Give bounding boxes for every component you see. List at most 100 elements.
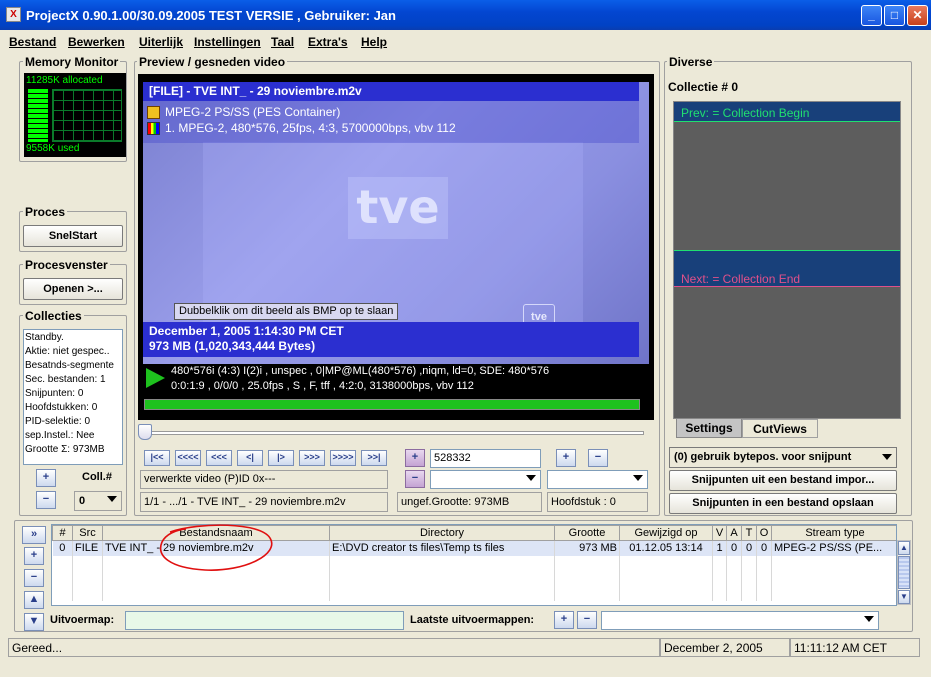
menu-help[interactable]: Help bbox=[361, 35, 387, 49]
collection-begin-label: Prev: = Collection Begin bbox=[681, 106, 810, 120]
column-header-t[interactable]: T bbox=[741, 525, 757, 541]
preview-progress-bar bbox=[144, 399, 640, 410]
column-header-number[interactable]: # bbox=[52, 525, 73, 541]
column-header-a[interactable]: A bbox=[726, 525, 742, 541]
column-header-src[interactable]: Src bbox=[72, 525, 103, 541]
chapter-select[interactable] bbox=[547, 470, 648, 489]
menu-instellingen[interactable]: Instellingen bbox=[194, 35, 261, 49]
move-down-button[interactable]: ▼ bbox=[24, 613, 44, 631]
memory-bar bbox=[28, 89, 48, 142]
nav-back-button[interactable]: <<< bbox=[206, 450, 232, 466]
file-date-overlay: December 1, 2005 1:14:30 PM CET 973 MB (… bbox=[143, 322, 639, 357]
chevron-down-icon bbox=[633, 475, 643, 481]
video-panel[interactable]: tve tve [FILE] - TVE INT_ - 29 noviembre… bbox=[138, 74, 654, 420]
openen-button[interactable]: Openen >... bbox=[23, 278, 123, 300]
nav-fast-forward-button[interactable]: >>>> bbox=[330, 450, 356, 466]
coll-number-select[interactable]: 0 bbox=[74, 491, 122, 511]
menu-bestand[interactable]: Bestand bbox=[9, 35, 56, 49]
uitvoermap-label: Uitvoermap: bbox=[50, 614, 115, 626]
status-text: Gereed... bbox=[8, 638, 660, 657]
tab-cutviews[interactable]: CutViews bbox=[742, 419, 818, 438]
maximize-button[interactable]: □ bbox=[884, 5, 905, 26]
video-stream-info: 1. MPEG-2, 480*576, 25fps, 4:3, 5700000b… bbox=[165, 121, 456, 135]
nav-forward-button[interactable]: >>> bbox=[299, 450, 325, 466]
scroll-thumb[interactable] bbox=[898, 556, 910, 589]
collecties-line: Sec. bestanden: 1 bbox=[25, 374, 106, 385]
minimize-button[interactable]: _ bbox=[861, 5, 882, 26]
file-process-button[interactable]: » bbox=[22, 526, 46, 544]
tve-logo: tve bbox=[348, 177, 448, 239]
cut-mode-select[interactable]: (0) gebruik bytepos. voor snijpunt bbox=[669, 447, 897, 468]
status-time: 11:11:12 AM CET bbox=[790, 638, 920, 657]
memory-monitor-display: 11285K allocated 9558K used bbox=[24, 73, 126, 157]
nav-step-back-button[interactable]: <| bbox=[237, 450, 263, 466]
nav-step-forward-button[interactable]: |> bbox=[268, 450, 294, 466]
hoofdstuk: Hoofdstuk : 0 bbox=[547, 492, 648, 512]
cell-a: 0 bbox=[726, 540, 742, 556]
remove-cut-button[interactable]: − bbox=[405, 470, 425, 488]
cell-number: 0 bbox=[52, 540, 73, 556]
cut-select[interactable] bbox=[430, 470, 541, 489]
chevron-down-icon bbox=[526, 475, 536, 481]
move-up-button[interactable]: ▲ bbox=[24, 591, 44, 609]
cutview-panel[interactable]: Prev: = Collection Begin Next: = Collect… bbox=[673, 101, 901, 419]
close-button[interactable]: ✕ bbox=[907, 5, 928, 26]
position-slider-track[interactable] bbox=[142, 431, 644, 435]
video-info-line1: 480*576i (4:3) I(2)i , unspec , 0|MP@ML(… bbox=[171, 365, 550, 377]
column-header-directory[interactable]: Directory bbox=[329, 525, 555, 541]
file-header: [FILE] - TVE INT_ - 29 noviembre.m2v bbox=[143, 82, 639, 101]
collecties-title: Collecties bbox=[23, 309, 84, 323]
position-slider-thumb[interactable] bbox=[138, 424, 152, 440]
column-header-grootte[interactable]: Grootte bbox=[554, 525, 620, 541]
play-icon[interactable] bbox=[146, 368, 165, 388]
forward-icon: » bbox=[30, 528, 38, 540]
preview-title: Preview / gesneden video bbox=[137, 55, 288, 69]
remove-file-button[interactable]: − bbox=[24, 569, 44, 587]
tab-settings[interactable]: Settings bbox=[676, 419, 742, 438]
nav-fast-back-button[interactable]: <<<< bbox=[175, 450, 201, 466]
menu-extras[interactable]: Extra's bbox=[308, 35, 348, 49]
uitvoermap-input[interactable] bbox=[125, 611, 404, 630]
nav-last-button[interactable]: >>| bbox=[361, 450, 387, 466]
cell-stream-type: MPEG-2 PS/SS (PE... bbox=[771, 540, 896, 556]
collecties-line: Grootte Σ: 973MB bbox=[25, 444, 105, 455]
scroll-down-icon[interactable]: ▼ bbox=[898, 590, 910, 604]
add-collection-button[interactable]: + bbox=[36, 469, 56, 487]
collection-end-label: Next: = Collection End bbox=[681, 272, 801, 286]
scroll-up-icon[interactable]: ▲ bbox=[898, 541, 910, 555]
table-row-empty bbox=[52, 585, 896, 601]
column-header-v[interactable]: V bbox=[712, 525, 727, 541]
menu-taal[interactable]: Taal bbox=[271, 35, 294, 49]
file-table-scrollbar[interactable]: ▲ ▼ bbox=[897, 540, 911, 605]
minus-icon: − bbox=[411, 472, 419, 484]
column-header-gewijzigd[interactable]: Gewijzigd op bbox=[619, 525, 713, 541]
snelstart-button[interactable]: SnelStart bbox=[23, 225, 123, 247]
menu-bewerken[interactable]: Bewerken bbox=[68, 35, 125, 49]
video-stream-icon bbox=[147, 122, 160, 135]
maximize-icon: □ bbox=[890, 8, 899, 22]
column-header-o[interactable]: O bbox=[756, 525, 772, 541]
window-title: ProjectX 0.90.1.00/30.09.2005 TEST VERSI… bbox=[26, 8, 396, 23]
save-cuts-button[interactable]: Snijpunten in een bestand opslaan bbox=[669, 493, 897, 514]
laatste-uitvoermappen-label: Laatste uitvoermappen: bbox=[410, 614, 535, 626]
diverse-title: Diverse bbox=[667, 55, 715, 69]
remove-output-dir-button[interactable]: − bbox=[577, 611, 597, 629]
collecties-line: Besatnds-segmente bbox=[25, 360, 114, 371]
menu-uiterlijk[interactable]: Uiterlijk bbox=[139, 35, 183, 49]
add-output-dir-button[interactable]: + bbox=[554, 611, 574, 629]
output-dir-select[interactable] bbox=[601, 611, 879, 630]
minus-icon: − bbox=[594, 451, 602, 463]
close-icon: ✕ bbox=[912, 8, 923, 22]
offset-input[interactable]: 528332 bbox=[430, 449, 541, 468]
nav-first-button[interactable]: |<< bbox=[144, 450, 170, 466]
remove-collection-button[interactable]: − bbox=[36, 491, 56, 509]
add-file-button[interactable]: + bbox=[24, 547, 44, 565]
import-cuts-button[interactable]: Snijpunten uit een bestand impor... bbox=[669, 470, 897, 491]
remove-chapter-button[interactable]: − bbox=[588, 449, 608, 467]
ungef-grootte: ungef.Grootte: 973MB bbox=[397, 492, 542, 512]
app-icon: X bbox=[6, 7, 21, 22]
add-chapter-button[interactable]: + bbox=[556, 449, 576, 467]
add-cut-button[interactable]: + bbox=[405, 449, 425, 467]
column-header-stream-type[interactable]: Stream type bbox=[771, 525, 896, 541]
file-position: 1/1 - .../1 - TVE INT_ - 29 noviembre.m2… bbox=[140, 492, 388, 512]
